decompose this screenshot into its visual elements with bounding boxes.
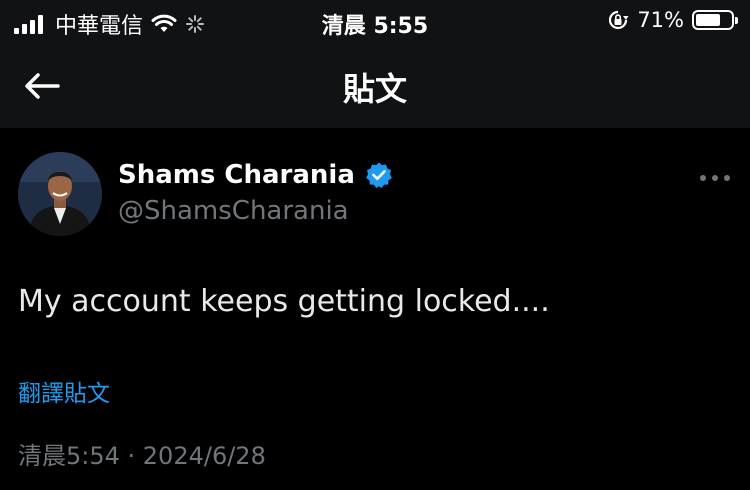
more-dots-icon [700, 175, 706, 181]
avatar[interactable] [18, 152, 102, 236]
battery-icon [692, 10, 738, 30]
battery-fill [696, 14, 721, 26]
battery-percent: 71% [637, 8, 684, 32]
translate-post-link[interactable]: 翻譯貼文 [18, 374, 110, 408]
author-handle[interactable]: @ShamsCharania [118, 196, 349, 226]
status-right: 71% [607, 8, 738, 32]
status-bar: 中華電信 清晨 5:55 71% [0, 0, 750, 46]
nav-bar: 貼文 [0, 46, 750, 128]
post-text: My account keeps getting locked.... [18, 284, 550, 319]
orientation-lock-icon [609, 10, 629, 30]
post-timestamp[interactable]: 清晨5:54 · 2024/6/28 [18, 436, 266, 471]
more-options-button[interactable] [700, 168, 730, 188]
page-title: 貼文 [342, 70, 407, 108]
verified-badge-icon [366, 162, 392, 188]
author-name[interactable]: Shams Charania [118, 160, 355, 190]
profile-photo-image [18, 152, 102, 236]
author-row: Shams Charania [118, 160, 393, 190]
